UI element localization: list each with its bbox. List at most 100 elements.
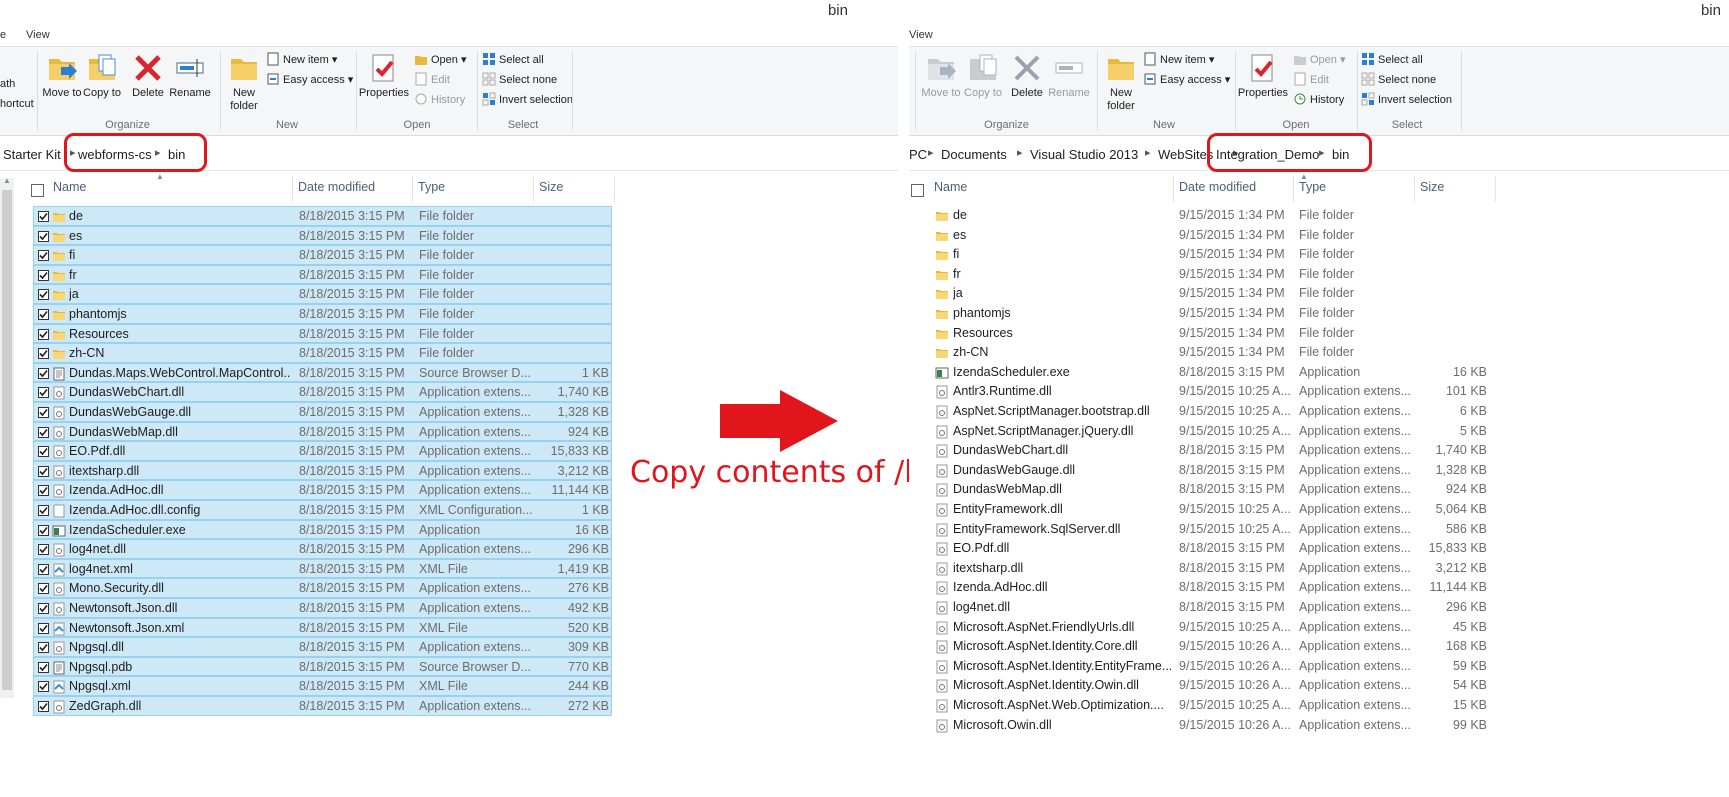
file-row[interactable]: Resources 9/15/2015 1:34 PM File folder: [909, 324, 1729, 344]
open-button[interactable]: Open ▾: [1293, 51, 1346, 69]
file-row[interactable]: itextsharp.dll 8/18/2015 3:15 PM Applicati…: [33, 460, 612, 481]
column-header-name[interactable]: Name: [53, 180, 86, 202]
row-checkbox[interactable]: [38, 524, 49, 536]
file-row[interactable]: DundasWebChart.dll 8/18/2015 3:15 PM Appli…: [909, 441, 1729, 461]
file-row[interactable]: fr 8/18/2015 3:15 PM File folder: [33, 264, 612, 285]
file-row[interactable]: ja 9/15/2015 1:34 PM File folder: [909, 284, 1729, 304]
row-checkbox[interactable]: [38, 701, 49, 712]
row-checkbox[interactable]: [38, 328, 49, 340]
file-row[interactable]: Npgsql.xml 8/18/2015 3:15 PM XML File 244 K…: [33, 676, 612, 696]
row-checkbox[interactable]: [38, 622, 49, 634]
copy-path-button[interactable]: ath: [0, 75, 15, 93]
column-header-date[interactable]: Date modified: [298, 180, 375, 202]
row-checkbox[interactable]: [38, 230, 49, 242]
select-all-button[interactable]: Select all: [1361, 51, 1423, 69]
new-folder-button[interactable]: New folder: [1099, 51, 1143, 113]
row-checkbox[interactable]: [38, 407, 49, 418]
file-row[interactable]: Microsoft.AspNet.FriendlyUrls.dll 9/15/20…: [909, 618, 1729, 638]
select-all-checkbox[interactable]: [31, 184, 44, 197]
file-row[interactable]: Resources 8/18/2015 3:15 PM File folder: [33, 323, 612, 344]
file-row[interactable]: Microsoft.AspNet.Identity.Owin.dll 9/15/2…: [909, 676, 1729, 696]
copy-to-button[interactable]: Copy to: [80, 51, 124, 113]
invert-selection-button[interactable]: Invert selection: [482, 91, 573, 109]
file-row[interactable]: phantomjs 8/18/2015 3:15 PM File folder: [33, 304, 612, 324]
select-none-button[interactable]: Select none: [1361, 71, 1436, 89]
file-row[interactable]: ZedGraph.dll 8/18/2015 3:15 PM Application…: [33, 696, 612, 716]
breadcrumb-separator-icon[interactable]: ▸: [155, 146, 161, 159]
file-row[interactable]: DundasWebMap.dll 8/18/2015 3:15 PM Applica…: [33, 421, 612, 442]
file-row[interactable]: IzendaScheduler.exe 8/18/2015 3:15 PM Appl…: [909, 363, 1729, 383]
select-none-button[interactable]: Select none: [482, 71, 557, 89]
new-item-button[interactable]: New item ▾: [266, 51, 337, 69]
file-row[interactable]: Izenda.AdHoc.dll 8/18/2015 3:15 PM Applica…: [909, 578, 1729, 598]
easy-access-button[interactable]: Easy access ▾: [1143, 71, 1230, 89]
file-row[interactable]: DundasWebGauge.dll 8/18/2015 3:15 PM Appli…: [909, 461, 1729, 481]
row-checkbox[interactable]: [38, 485, 49, 497]
file-row[interactable]: es 9/15/2015 1:34 PM File folder: [909, 226, 1729, 246]
breadcrumb-separator-icon[interactable]: ▸: [1319, 146, 1325, 159]
menu-item-file[interactable]: e: [0, 29, 6, 41]
file-row[interactable]: Newtonsoft.Json.dll 8/18/2015 3:15 PM Appl…: [33, 598, 612, 618]
scroll-up-icon[interactable]: ▲: [3, 176, 11, 185]
column-header-date[interactable]: Date modified: [1179, 180, 1256, 202]
address-bar[interactable]: Starter Kit ▸ webforms-cs ▸ bin: [0, 140, 898, 171]
file-row[interactable]: Izenda.AdHoc.dll 8/18/2015 3:15 PM Applica…: [33, 480, 612, 500]
address-bar[interactable]: PC ▸ Documents ▸ Visual Studio 2013 ▸ We…: [909, 140, 1729, 171]
breadcrumb-separator-icon[interactable]: ▸: [1017, 146, 1023, 159]
breadcrumb-integration-demo[interactable]: Integration_Demo: [1216, 147, 1319, 162]
breadcrumb-websites[interactable]: WebSites: [1158, 147, 1213, 162]
breadcrumb-visual-studio[interactable]: Visual Studio 2013: [1030, 147, 1138, 162]
column-header-size[interactable]: Size: [539, 180, 563, 202]
file-row[interactable]: ja 8/18/2015 3:15 PM File folder: [33, 284, 612, 304]
file-row[interactable]: Mono.Security.dll 8/18/2015 3:15 PM Applic…: [33, 578, 612, 598]
select-all-button[interactable]: Select all: [482, 51, 544, 69]
select-all-checkbox[interactable]: [911, 184, 924, 197]
rename-button[interactable]: Rename: [1047, 51, 1091, 113]
edit-button[interactable]: Edit: [414, 71, 450, 89]
row-checkbox[interactable]: [38, 309, 49, 320]
row-checkbox[interactable]: [38, 446, 49, 458]
breadcrumb-separator-icon[interactable]: ▸: [928, 146, 934, 159]
move-to-button[interactable]: Move to: [40, 51, 84, 113]
row-checkbox[interactable]: [38, 367, 49, 379]
row-checkbox[interactable]: [38, 465, 49, 477]
file-row[interactable]: fr 9/15/2015 1:34 PM File folder: [909, 265, 1729, 285]
easy-access-button[interactable]: Easy access ▾: [266, 71, 353, 89]
row-checkbox[interactable]: [38, 426, 49, 438]
breadcrumb-separator-icon[interactable]: ▸: [70, 146, 76, 159]
copy-to-button[interactable]: Copy to: [961, 51, 1005, 113]
open-button[interactable]: Open ▾: [414, 51, 467, 69]
breadcrumb-documents[interactable]: Documents: [941, 147, 1007, 162]
row-checkbox[interactable]: [38, 348, 49, 360]
breadcrumb-pc[interactable]: PC: [909, 147, 927, 162]
file-row[interactable]: EO.Pdf.dll 8/18/2015 3:15 PM Application e…: [33, 441, 612, 461]
file-row[interactable]: log4net.dll 8/18/2015 3:15 PM Application …: [909, 598, 1729, 618]
vertical-scrollbar[interactable]: [0, 178, 14, 698]
file-row[interactable]: log4net.xml 8/18/2015 3:15 PM XML File 1,41…: [33, 558, 612, 579]
row-checkbox[interactable]: [38, 544, 49, 556]
file-row[interactable]: Microsoft.Owin.dll 9/15/2015 10:26 A... Ap…: [909, 716, 1729, 736]
file-row[interactable]: Microsoft.AspNet.Web.Optimization.... 9/1…: [909, 696, 1729, 716]
new-folder-button[interactable]: New folder: [222, 51, 266, 113]
file-row[interactable]: itextsharp.dll 8/18/2015 3:15 PM Applicati…: [909, 559, 1729, 579]
breadcrumb-starter-kit[interactable]: Starter Kit: [3, 147, 61, 162]
row-checkbox[interactable]: [38, 387, 49, 399]
file-row[interactable]: Npgsql.dll 8/18/2015 3:15 PM Application e…: [33, 637, 612, 657]
new-item-button[interactable]: New item ▾: [1143, 51, 1214, 69]
file-row[interactable]: de 9/15/2015 1:34 PM File folder: [909, 206, 1729, 226]
row-checkbox[interactable]: [38, 563, 49, 575]
row-checkbox[interactable]: [38, 661, 49, 673]
history-button[interactable]: History: [414, 91, 465, 109]
row-checkbox[interactable]: [38, 681, 49, 693]
edit-button[interactable]: Edit: [1293, 71, 1329, 89]
row-checkbox[interactable]: [38, 642, 49, 654]
column-header-type[interactable]: Type: [1299, 180, 1326, 202]
history-button[interactable]: History: [1293, 91, 1344, 109]
file-row[interactable]: Npgsql.pdb 8/18/2015 3:15 PM Source Browse…: [33, 656, 612, 677]
delete-button[interactable]: Delete: [126, 51, 170, 113]
file-row[interactable]: AspNet.ScriptManager.bootstrap.dll 9/15/2…: [909, 402, 1729, 422]
column-header-size[interactable]: Size: [1420, 180, 1444, 202]
breadcrumb-webforms-cs[interactable]: webforms-cs: [78, 147, 152, 162]
rename-button[interactable]: Rename: [168, 51, 212, 113]
breadcrumb-separator-icon[interactable]: ▸: [1145, 146, 1151, 159]
